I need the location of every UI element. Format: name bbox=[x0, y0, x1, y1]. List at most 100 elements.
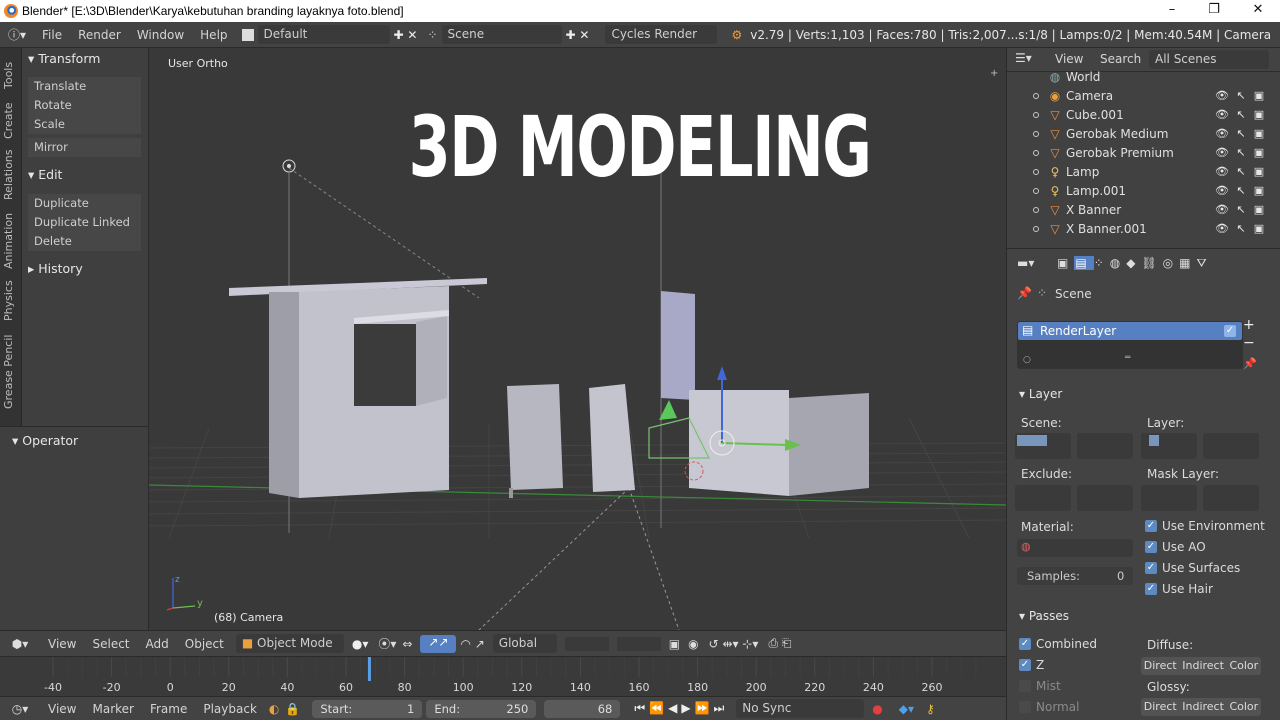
render-icon[interactable]: ▣ bbox=[1253, 146, 1265, 160]
delete-button[interactable]: Delete bbox=[28, 232, 141, 251]
render-icon[interactable]: ▣ bbox=[1253, 127, 1265, 141]
record-icon[interactable]: ● bbox=[872, 702, 882, 716]
keying-icon[interactable]: ◐ bbox=[269, 702, 279, 716]
properties-tabs-icons[interactable]: ▣▤⁘◍◆⛓◎▦⛛ bbox=[1057, 256, 1213, 271]
cursor-icon[interactable]: ↖ bbox=[1235, 89, 1247, 103]
translate-button[interactable]: Translate bbox=[28, 77, 141, 96]
minimize-button[interactable]: – bbox=[1150, 0, 1194, 22]
use-surfaces-checkbox[interactable]: ✓ bbox=[1145, 562, 1157, 574]
layers-grid-2[interactable] bbox=[616, 636, 661, 651]
outliner-row[interactable]: ▽ Gerobak Medium 👁 ↖ ▣ bbox=[1007, 125, 1280, 144]
mask-grid-2[interactable] bbox=[1203, 485, 1259, 511]
transform-manipulator-toggle[interactable]: ↗↗ bbox=[420, 634, 457, 653]
outliner-row[interactable]: ◉ Camera 👁 ↖ ▣ bbox=[1007, 87, 1280, 106]
operator-panel-header[interactable]: ▾ Operator bbox=[12, 433, 78, 448]
eye-icon[interactable]: 👁 bbox=[1215, 222, 1229, 236]
render-icon[interactable]: ▣ bbox=[1253, 165, 1265, 179]
use-environment-checkbox[interactable]: ✓ bbox=[1145, 520, 1157, 532]
tab-tools[interactable]: Tools bbox=[2, 54, 20, 96]
menu-help[interactable]: Help bbox=[192, 28, 235, 42]
samples-field[interactable]: Samples: 0 bbox=[1017, 567, 1133, 585]
render-layer-grid-1[interactable] bbox=[1141, 433, 1197, 459]
render-icon[interactable]: ▣ bbox=[1253, 108, 1265, 122]
menu-render[interactable]: Render bbox=[70, 28, 129, 42]
outliner-row[interactable]: ◍ World bbox=[1007, 68, 1280, 87]
render-icon[interactable]: ▣ bbox=[1253, 203, 1265, 217]
duplicate-linked-button[interactable]: Duplicate Linked bbox=[28, 213, 141, 232]
diffuse-indirect-button[interactable]: Indirect bbox=[1182, 657, 1224, 675]
outliner-row[interactable]: ♀ Lamp.001 👁 ↖ ▣ bbox=[1007, 182, 1280, 201]
outliner-row[interactable]: ▽ Cube.001 👁 ↖ ▣ bbox=[1007, 106, 1280, 125]
eye-icon[interactable]: 👁 bbox=[1215, 89, 1229, 103]
outliner-row[interactable]: ▽ X Banner 👁 ↖ ▣ bbox=[1007, 201, 1280, 220]
combined-checkbox[interactable]: ✓ bbox=[1019, 638, 1031, 650]
timeline[interactable]: -40 -20 0 20 40 60 80 100 120 140 160 180 200 220 240 2… bbox=[0, 656, 1006, 696]
lock-icon[interactable]: 🔒 bbox=[285, 702, 300, 716]
render-layers-tab-icon[interactable]: ▤ bbox=[1074, 256, 1094, 270]
pivot-icon[interactable]: ⦿▾ bbox=[378, 635, 396, 652]
exclude-grid-2[interactable] bbox=[1077, 485, 1133, 511]
timeline-editor-icon[interactable]: ◷▾ bbox=[0, 702, 40, 716]
glossy-indirect-button[interactable]: Indirect bbox=[1182, 698, 1224, 716]
cursor-icon[interactable]: ↖ bbox=[1235, 165, 1247, 179]
cursor-icon[interactable]: ↖ bbox=[1235, 222, 1247, 236]
tab-physics[interactable]: Physics bbox=[2, 276, 20, 326]
expand-icon[interactable] bbox=[1033, 112, 1039, 118]
history-panel-header[interactable]: ▸ History bbox=[28, 261, 83, 276]
use-ao-checkbox[interactable]: ✓ bbox=[1145, 541, 1157, 553]
diffuse-color-button[interactable]: Color bbox=[1229, 657, 1258, 675]
timeline-menu-frame[interactable]: Frame bbox=[142, 702, 195, 716]
render-icon[interactable]: ▣ bbox=[1253, 184, 1265, 198]
menu-file[interactable]: File bbox=[34, 28, 70, 42]
add-scene-icon[interactable]: ✚ ✕ bbox=[566, 28, 590, 42]
manipulator-icon[interactable]: ⇔ bbox=[402, 637, 412, 651]
tab-animation[interactable]: Animation bbox=[2, 208, 20, 274]
mirror-button[interactable]: Mirror bbox=[28, 138, 141, 157]
cursor-icon[interactable]: ↖ bbox=[1235, 108, 1247, 122]
normal-checkbox[interactable]: ✓ bbox=[1019, 701, 1031, 713]
menu-window[interactable]: Window bbox=[129, 28, 192, 42]
gerobak-premium[interactable] bbox=[229, 278, 487, 498]
diffuse-pass-buttons[interactable]: Direct Indirect Color bbox=[1141, 657, 1261, 675]
orientation-selector[interactable]: Global bbox=[492, 634, 557, 653]
menu-object[interactable]: Object bbox=[177, 637, 232, 651]
layout-icon[interactable] bbox=[241, 28, 254, 41]
render-layer-enabled-checkbox[interactable]: ✓ bbox=[1224, 325, 1236, 337]
menu-add[interactable]: Add bbox=[138, 637, 177, 651]
timeline-menu-playback[interactable]: Playback bbox=[195, 702, 265, 716]
expand-icon[interactable] bbox=[1033, 226, 1039, 232]
rotate-button[interactable]: Rotate bbox=[28, 96, 141, 115]
expand-icon[interactable] bbox=[1033, 131, 1039, 137]
eye-icon[interactable]: 👁 bbox=[1215, 127, 1229, 141]
edit-panel-header[interactable]: ▾ Edit bbox=[28, 167, 62, 182]
expand-icon[interactable] bbox=[1033, 207, 1039, 213]
mist-checkbox[interactable]: ✓ bbox=[1019, 680, 1031, 692]
render-engine-selector[interactable]: Cycles Render bbox=[605, 25, 718, 44]
transform-panel-header[interactable]: ▾ Transform bbox=[28, 51, 100, 66]
timeline-menu-view[interactable]: View bbox=[40, 702, 84, 716]
keyframe-icon[interactable]: ◆▾ bbox=[899, 702, 914, 716]
expand-icon[interactable] bbox=[1033, 169, 1039, 175]
glossy-pass-buttons[interactable]: Direct Indirect Color bbox=[1141, 698, 1261, 716]
eye-icon[interactable]: 👁 bbox=[1215, 108, 1229, 122]
layer-panel-header[interactable]: ▾ Layer bbox=[1019, 387, 1062, 401]
properties-editor-icon[interactable]: ▬▾ bbox=[1017, 256, 1034, 270]
glossy-direct-button[interactable]: Direct bbox=[1144, 698, 1177, 716]
menu-select[interactable]: Select bbox=[84, 637, 137, 651]
tab-create[interactable]: Create bbox=[2, 98, 20, 144]
autokey-icon[interactable]: ⚷ bbox=[926, 702, 935, 716]
passes-panel-header[interactable]: ▾ Passes bbox=[1019, 609, 1069, 623]
mode-selector[interactable]: ■ Object Mode bbox=[235, 634, 344, 653]
render-icon[interactable]: ▣ bbox=[1253, 89, 1265, 103]
scene-selector[interactable]: Scene bbox=[441, 25, 562, 44]
expand-icon[interactable] bbox=[1033, 150, 1039, 156]
shading-icon[interactable]: ●▾ bbox=[352, 637, 369, 651]
timeline-menu-marker[interactable]: Marker bbox=[84, 702, 141, 716]
scene-layer-grid-1[interactable] bbox=[1015, 433, 1071, 459]
current-frame-field[interactable]: 68 bbox=[544, 699, 621, 718]
maximize-button[interactable]: ❐ bbox=[1192, 0, 1236, 22]
exclude-grid-1[interactable] bbox=[1015, 485, 1071, 511]
tab-grease-pencil[interactable]: Grease Pencil bbox=[2, 330, 20, 414]
scene-layer-grid-2[interactable] bbox=[1077, 433, 1133, 459]
cursor-icon[interactable]: ↖ bbox=[1235, 127, 1247, 141]
